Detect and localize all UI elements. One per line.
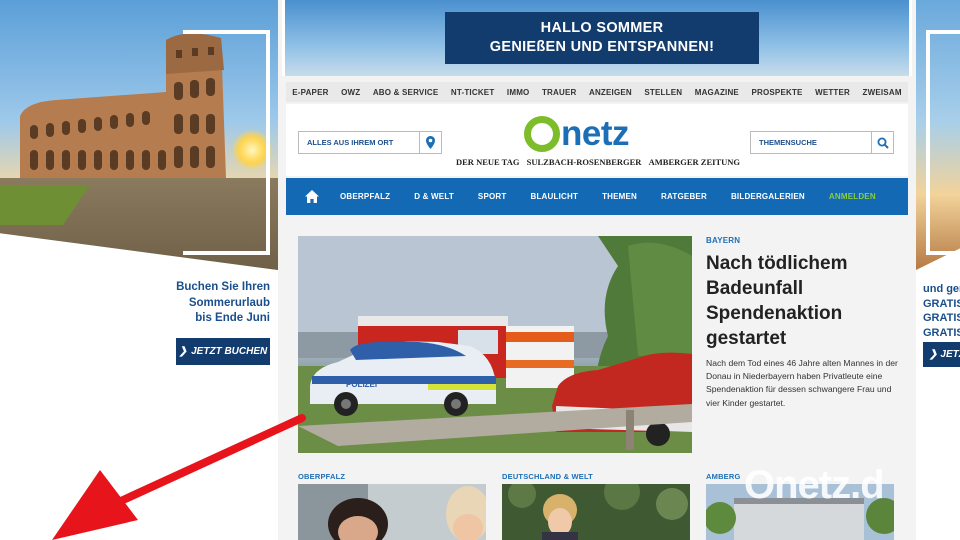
ad-frame xyxy=(926,30,960,255)
search-placeholder: THEMENSUCHE xyxy=(759,138,817,147)
ad-text-line: Buchen Sie Ihren xyxy=(176,281,270,293)
ad-text-line: GRATIS xyxy=(923,312,960,324)
page: Buchen Sie Ihren Sommerurlaub bis Ende J… xyxy=(0,0,960,540)
newspaper-title: SULZBACH-ROSENBERGER xyxy=(526,157,642,167)
headline-line: Spendenaktion xyxy=(706,303,843,324)
site-header: ALLES AUS IHREM ORT netz DER NEUE TAG SU… xyxy=(286,104,908,176)
location-pin-icon[interactable] xyxy=(419,132,441,153)
nav-item-blaulicht[interactable]: BLAULICHT xyxy=(530,192,578,201)
topnav-item[interactable]: PROSPEKTE xyxy=(751,88,802,97)
red-arrow-annotation xyxy=(52,414,306,540)
book-now-button[interactable]: ❯ JETZT BUCHEN xyxy=(176,338,270,365)
login-link[interactable]: ANMELDEN xyxy=(829,192,876,201)
ad-text-line: und gen xyxy=(923,283,960,295)
search-icon[interactable] xyxy=(871,132,893,153)
headline-line: Badeunfall xyxy=(706,278,804,299)
ad-text: Buchen Sie Ihren Sommerurlaub bis Ende J… xyxy=(120,280,270,327)
main-navigation: OBERPFALZ D & WELT SPORT BLAULICHT THEME… xyxy=(286,178,908,215)
right-travel-ad[interactable]: und gen GRATIS GRATIS GRATIS ❯ JETZ xyxy=(916,0,960,540)
teaser-image[interactable] xyxy=(502,484,690,540)
book-now-label: JETZT BUCHEN xyxy=(191,346,268,357)
top-service-nav: E-PAPER OWZ ABO & SERVICE NT-TICKET IMMO… xyxy=(286,82,908,102)
headline-line: Nach tödlichem xyxy=(706,253,848,274)
ad-text-line: GRATIS xyxy=(923,326,960,339)
topnav-item[interactable]: ANZEIGEN xyxy=(589,88,632,97)
hero-teaser: Nach dem Tod eines 46 Jahre alten Mannes… xyxy=(706,358,898,408)
topnav-item[interactable]: STELLEN xyxy=(644,88,682,97)
teaser-photo xyxy=(298,484,486,540)
banner-text-box: HALLO SOMMER GENIEßEN UND ENTSPANNEN! xyxy=(445,12,759,64)
topnav-item[interactable]: ABO & SERVICE xyxy=(373,88,439,97)
nav-item-oberpfalz[interactable]: OBERPFALZ xyxy=(340,192,390,201)
newspaper-title: DER NEUE TAG xyxy=(456,157,520,167)
hero-article-text[interactable]: BAYERN Nach tödlichem Badeunfall Spenden… xyxy=(706,236,906,410)
location-label: ALLES AUS IHREM ORT xyxy=(307,138,394,147)
topnav-item[interactable]: MAGAZINE xyxy=(695,88,739,97)
logo-o-ring xyxy=(524,116,560,152)
ad-text-line: bis Ende Juni xyxy=(195,312,270,324)
hero-article-image[interactable]: POLIZEI xyxy=(298,236,692,453)
banner-line: GENIEßEN UND ENTSPANNEN! xyxy=(489,39,715,55)
teaser-image[interactable] xyxy=(298,484,486,540)
topnav-item[interactable]: OWZ xyxy=(341,88,360,97)
onetz-logo[interactable]: netz xyxy=(524,113,630,155)
nav-item-d-welt[interactable]: D & WELT xyxy=(414,192,454,201)
topnav-item[interactable]: IMMO xyxy=(507,88,530,97)
police-car-label: POLIZEI xyxy=(346,380,377,389)
chevron-right-icon: ❯ xyxy=(929,349,938,360)
ad-text-line: GRATIS xyxy=(923,297,960,310)
nav-item-ratgeber[interactable]: RATGEBER xyxy=(661,192,707,201)
ad-text-line: Sommerurlaub xyxy=(188,296,270,309)
nav-item-themen[interactable]: THEMEN xyxy=(602,192,637,201)
banner-line: HALLO SOMMER xyxy=(540,20,664,36)
hero-headline[interactable]: Nach tödlichem Badeunfall Spendenaktion … xyxy=(706,251,906,351)
topnav-item[interactable]: TRAUER xyxy=(542,88,577,97)
ad-text: und gen GRATIS GRATIS GRATIS xyxy=(923,282,960,340)
topnav-item[interactable]: NT-TICKET xyxy=(451,88,495,97)
book-now-label: JETZ xyxy=(940,349,960,360)
teaser-kicker: DEUTSCHLAND & WELT xyxy=(502,472,593,481)
topic-search-input[interactable]: THEMENSUCHE xyxy=(750,131,894,154)
teaser-photo xyxy=(502,484,690,540)
topnav-item[interactable]: ZWEISAM xyxy=(863,88,902,97)
topnav-item[interactable]: E-PAPER xyxy=(292,88,328,97)
location-select[interactable]: ALLES AUS IHREM ORT xyxy=(298,131,442,154)
ad-frame xyxy=(183,30,270,255)
hero-photo: POLIZEI xyxy=(298,236,692,453)
nav-item-bildergalerien[interactable]: BILDERGALERIEN xyxy=(731,192,805,201)
onetz-watermark: Onetz.d xyxy=(744,463,885,507)
logo-text: netz xyxy=(561,114,630,153)
newspaper-titles: DER NEUE TAG SULZBACH-ROSENBERGER AMBERG… xyxy=(456,157,740,167)
newspaper-title: AMBERGER ZEITUNG xyxy=(648,157,740,167)
topnav-item[interactable]: WETTER xyxy=(815,88,850,97)
main-content: HALLO SOMMER GENIEßEN UND ENTSPANNEN! E-… xyxy=(278,0,916,540)
chevron-right-icon: ❯ xyxy=(178,346,188,357)
book-now-button[interactable]: ❯ JETZ xyxy=(923,342,960,367)
teaser-kicker: AMBERG xyxy=(706,472,741,481)
hero-kicker: BAYERN xyxy=(706,236,741,245)
headline-line: gestartet xyxy=(706,328,787,349)
top-banner-ad[interactable]: HALLO SOMMER GENIEßEN UND ENTSPANNEN! xyxy=(282,0,912,76)
nav-item-sport[interactable]: SPORT xyxy=(478,192,507,201)
home-icon[interactable] xyxy=(298,190,326,203)
